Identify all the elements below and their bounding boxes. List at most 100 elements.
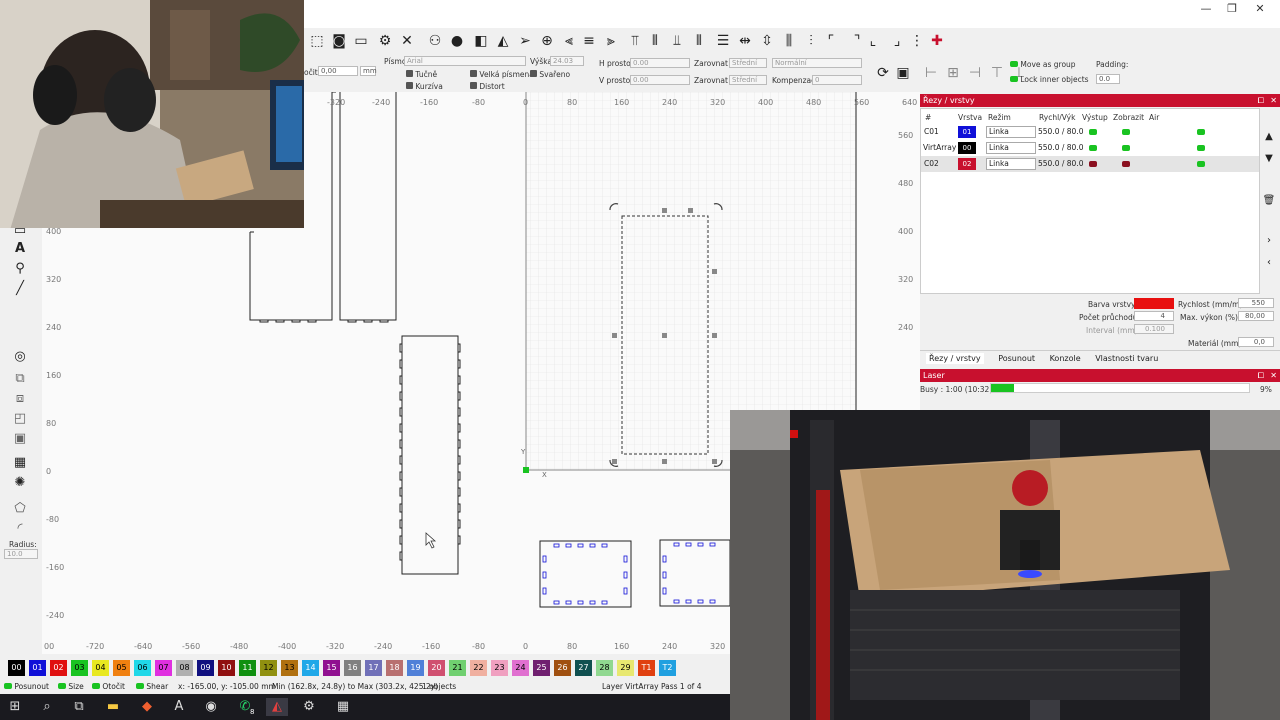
expand-right-icon[interactable]: › [1260,232,1278,250]
material-input[interactable]: 0,0 [1238,337,1274,347]
layer-show-toggle[interactable] [1122,161,1130,167]
layer-output-toggle[interactable] [1089,129,1097,135]
distort-checkbox[interactable] [470,82,477,89]
palette-swatch[interactable]: 19 [407,660,424,676]
italic-toggle[interactable]: Kurzíva [406,82,443,91]
slot-box-2[interactable] [659,539,731,607]
palette-swatch[interactable]: T1 [638,660,655,676]
space-v-icon[interactable]: ⇳ [758,32,776,50]
intersect-icon[interactable]: ▣ [10,430,30,448]
handle-bottom-right[interactable] [712,459,717,464]
dock-center-icon[interactable]: ⊞ [944,64,962,82]
layer-mode-select[interactable]: Linka [986,126,1036,138]
measure-tool-icon[interactable]: ╱ [10,280,30,298]
camera-icon[interactable]: ◙ [330,32,348,50]
speed-input[interactable]: 550 [1238,298,1274,308]
normal-select[interactable]: Normální [772,58,862,68]
palette-swatch[interactable]: 14 [302,660,319,676]
corner-tl-icon[interactable]: ⌜ [822,32,840,50]
hspace-input[interactable]: 0.00 [630,58,690,68]
dock-left-icon[interactable]: ⊢ [922,64,940,82]
gear-icon[interactable]: ⚙ [376,32,394,50]
piece-left-b[interactable] [339,92,397,321]
minimize-button[interactable]: — [1196,2,1216,16]
welded-toggle[interactable]: Svařeno [530,70,570,79]
passes-input[interactable]: 4 [1134,311,1174,321]
user-icon[interactable]: ● [448,32,466,50]
weld-icon[interactable]: ⧉ [10,370,30,388]
palette-swatch[interactable]: 12 [260,660,277,676]
move-mode[interactable]: Posunout [4,680,49,694]
palette-swatch[interactable]: 02 [50,660,67,676]
upper-toggle[interactable]: Velká písmena [470,70,534,79]
dock-right-icon[interactable]: ⊣ [966,64,984,82]
palette-swatch[interactable]: 06 [134,660,151,676]
tab-console[interactable]: Konzole [1050,354,1081,363]
layer-row[interactable]: VirtArray 00 Linka 550.0 / 80.0 [921,140,1259,156]
palette-swatch[interactable]: 29 [617,660,634,676]
tab-move[interactable]: Posunout [998,354,1035,363]
italic-checkbox[interactable] [406,82,413,89]
lock-inner-checkbox[interactable] [1010,76,1018,82]
rotate-mode[interactable]: Otočit [92,680,125,694]
layer-output-toggle[interactable] [1089,161,1097,167]
group-icon[interactable]: ⚇ [426,32,444,50]
layer-show-toggle[interactable] [1122,129,1130,135]
calculator-icon[interactable]: ▦ [332,698,354,716]
space-h-icon[interactable]: ⇹ [736,32,754,50]
windows-start-icon[interactable]: ⊞ [4,698,26,716]
shear-mode[interactable]: Shear [136,680,168,694]
palette-swatch[interactable]: 09 [197,660,214,676]
palette-swatch[interactable]: 21 [449,660,466,676]
align-right-icon[interactable]: ⫸ [602,32,620,50]
handle-left[interactable] [612,333,617,338]
same-height-icon[interactable]: ⫶ [802,32,820,50]
align-center-icon[interactable]: ≡ [580,32,598,50]
rotate-input[interactable]: 0,00 [318,66,358,76]
distribute-v-icon[interactable]: ☰ [714,32,732,50]
grid-array-icon[interactable]: ▦ [10,454,30,472]
palette-swatch[interactable]: 15 [323,660,340,676]
align-left-icon[interactable]: ⫷ [560,32,578,50]
palette-swatch[interactable]: 20 [428,660,445,676]
palette-swatch[interactable]: 08 [176,660,193,676]
flip-vertical-icon[interactable]: ◭ [494,32,512,50]
search-icon[interactable]: ⌕ [36,698,58,716]
move-radio[interactable] [4,683,12,689]
palette-swatch[interactable]: 28 [596,660,613,676]
flip-horizontal-icon[interactable]: ◧ [472,32,490,50]
autodesk-icon[interactable]: A [168,698,190,716]
palette-swatch[interactable]: 22 [470,660,487,676]
palette-swatch[interactable]: 07 [155,660,172,676]
palette-swatch[interactable]: 24 [512,660,529,676]
bold-toggle[interactable]: Tučně [406,70,437,79]
text-tool-icon[interactable]: A [10,240,30,258]
offset-tool-icon[interactable]: ◎ [10,348,30,366]
move-group-checkbox[interactable] [1010,61,1018,67]
handle-right[interactable] [712,333,717,338]
brave-browser-icon[interactable]: ◆ [136,698,158,716]
layer-row[interactable]: C01 01 Linka 550.0 / 80.0 [921,124,1259,140]
welded-checkbox[interactable] [530,70,537,77]
size-mode[interactable]: Size [58,680,84,694]
size-radio[interactable] [58,683,66,689]
layer-color-box[interactable]: 00 [958,142,976,154]
dots-icon[interactable]: ⋮ [908,32,926,50]
same-width-icon[interactable]: ⫼ [780,32,798,50]
move-group-toggle[interactable]: Move as group [1010,60,1076,69]
palette-swatch[interactable]: 00 [8,660,25,676]
union-icon[interactable]: ⧈ [10,390,30,408]
layer-mode-select[interactable]: Linka [986,142,1036,154]
crosshair-icon[interactable]: ⊕ [538,32,556,50]
palette-swatch[interactable]: 01 [29,660,46,676]
palette-swatch[interactable]: 16 [344,660,361,676]
radius-input[interactable]: 10.0 [4,549,38,559]
handle-bottom[interactable] [662,459,667,464]
tab-shape-properties[interactable]: Vlastnosti tvaru [1095,354,1158,363]
trash-icon[interactable]: 🗑 [1260,192,1278,210]
center-crosshair-icon[interactable]: ✚ [928,32,946,50]
close-button[interactable]: ✕ [1250,2,1270,16]
handle-top[interactable] [662,208,667,213]
height-input[interactable]: 24.03 [550,56,584,66]
upper-checkbox[interactable] [470,70,477,77]
